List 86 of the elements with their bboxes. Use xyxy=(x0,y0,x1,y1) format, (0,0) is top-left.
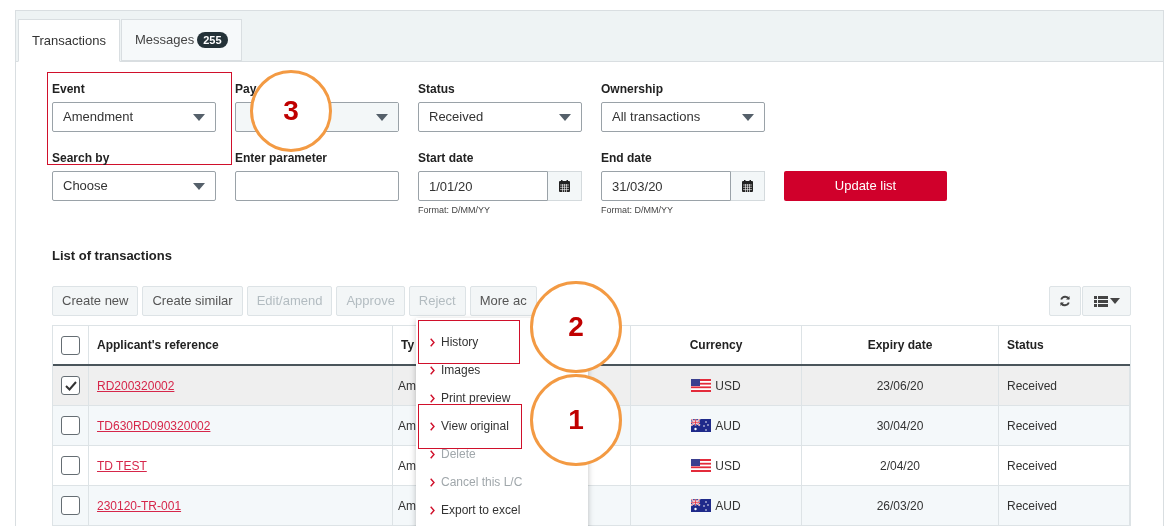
column-header: Status xyxy=(1007,337,1044,354)
caret-icon xyxy=(742,113,754,121)
columns-button[interactable] xyxy=(1082,286,1131,316)
checkbox[interactable] xyxy=(61,496,80,515)
checkbox[interactable] xyxy=(61,376,80,395)
chevron-icon xyxy=(430,365,435,375)
chevron-icon xyxy=(430,505,435,515)
chevron-icon xyxy=(430,393,435,403)
reference-link[interactable]: RD200320002 xyxy=(97,376,175,395)
table-cell-text: Received xyxy=(1007,457,1058,475)
field-label: Enter parameter xyxy=(235,150,329,166)
chevron-icon xyxy=(430,449,435,459)
column-header: Applicant's reference xyxy=(97,337,219,354)
action-button[interactable]: Create similar xyxy=(142,286,243,316)
menu-item[interactable]: Images xyxy=(430,361,481,379)
dropdown[interactable]: Received xyxy=(418,102,582,132)
table-cell-text: 2/04/20 xyxy=(879,457,920,475)
date-field[interactable]: 31/03/20 xyxy=(601,171,731,201)
flag-icon xyxy=(691,459,712,472)
count-badge: 255 xyxy=(197,32,228,48)
check-icon xyxy=(64,380,77,391)
tab[interactable]: Transactions xyxy=(18,19,120,62)
caret-icon xyxy=(193,182,205,190)
field-label: Event xyxy=(52,81,86,97)
caret-icon xyxy=(1109,298,1120,304)
checkbox[interactable] xyxy=(61,416,80,435)
action-button[interactable]: Create new xyxy=(52,286,139,316)
table-cell-text: 23/06/20 xyxy=(876,377,924,395)
chevron-icon xyxy=(430,477,435,487)
action-button[interactable]: More ac xyxy=(469,286,537,316)
menu-item[interactable]: History xyxy=(430,333,479,351)
column-header: Currency xyxy=(689,337,743,354)
tab[interactable]: Messages 255 xyxy=(120,19,242,61)
field-label: End date xyxy=(601,150,653,166)
table-cell-text: Am xyxy=(398,497,416,515)
table-cell-text: Am xyxy=(398,417,416,435)
column-header: Expiry date xyxy=(867,337,933,354)
table-cell-text: USD xyxy=(715,457,741,475)
caret-icon xyxy=(376,113,388,121)
field-label: Pay xyxy=(235,81,258,97)
column-header: Ty xyxy=(401,337,415,354)
flag-icon xyxy=(691,379,712,392)
update-button[interactable]: Update list xyxy=(784,171,947,201)
table-cell-text: Am xyxy=(398,457,416,475)
field-label: Status xyxy=(418,81,456,97)
menu-item[interactable]: Print preview xyxy=(430,389,511,407)
menu-item[interactable]: Export to excel xyxy=(430,501,521,519)
section-title: List of transactions xyxy=(52,247,173,265)
calendar-icon xyxy=(559,180,570,192)
chevron-icon xyxy=(430,337,435,347)
table-cell-text: Received xyxy=(1007,497,1058,515)
reference-link[interactable]: 230120-TR-001 xyxy=(97,496,182,515)
calendar-button[interactable] xyxy=(548,171,582,201)
dropdown[interactable]: Choose xyxy=(52,171,216,201)
format-hint: Format: D/MM/YY xyxy=(601,204,673,216)
date-field[interactable]: 1/01/20 xyxy=(418,171,548,201)
table-cell-text: Am xyxy=(398,377,416,395)
dropdown[interactable]: Amendment xyxy=(52,102,216,132)
flag-icon xyxy=(691,419,712,432)
format-hint: Format: D/MM/YY xyxy=(418,204,490,216)
calendar-icon xyxy=(742,180,753,192)
caret-icon xyxy=(193,113,205,121)
calendar-button[interactable] xyxy=(731,171,765,201)
dropdown[interactable]: All transactions xyxy=(601,102,765,132)
field-label: Ownership xyxy=(601,81,664,97)
chevron-icon xyxy=(430,421,435,431)
field-label: Start date xyxy=(418,150,475,166)
input-field[interactable] xyxy=(235,171,399,201)
checkbox[interactable] xyxy=(61,335,80,355)
table-cell-text: Received xyxy=(1007,417,1058,435)
table-cell-text: AUD xyxy=(715,417,741,435)
table-cell-text: AUD xyxy=(715,497,741,515)
table-cell-text: Received xyxy=(1007,377,1058,395)
table-cell-text: 26/03/20 xyxy=(876,497,924,515)
flag-icon xyxy=(691,499,712,512)
table-cell-text: USD xyxy=(715,377,741,395)
reference-link[interactable]: TD TEST xyxy=(97,456,147,475)
caret-icon xyxy=(559,113,571,121)
list-icon xyxy=(1093,295,1108,307)
field-label: Search by xyxy=(52,150,111,166)
table-cell-text: 30/04/20 xyxy=(876,417,924,435)
refresh-button[interactable] xyxy=(1049,286,1081,316)
reference-link[interactable]: TD630RD090320002 xyxy=(97,416,211,435)
checkbox[interactable] xyxy=(61,456,80,475)
refresh-icon xyxy=(1059,295,1071,307)
menu-item[interactable]: View original xyxy=(430,417,509,435)
